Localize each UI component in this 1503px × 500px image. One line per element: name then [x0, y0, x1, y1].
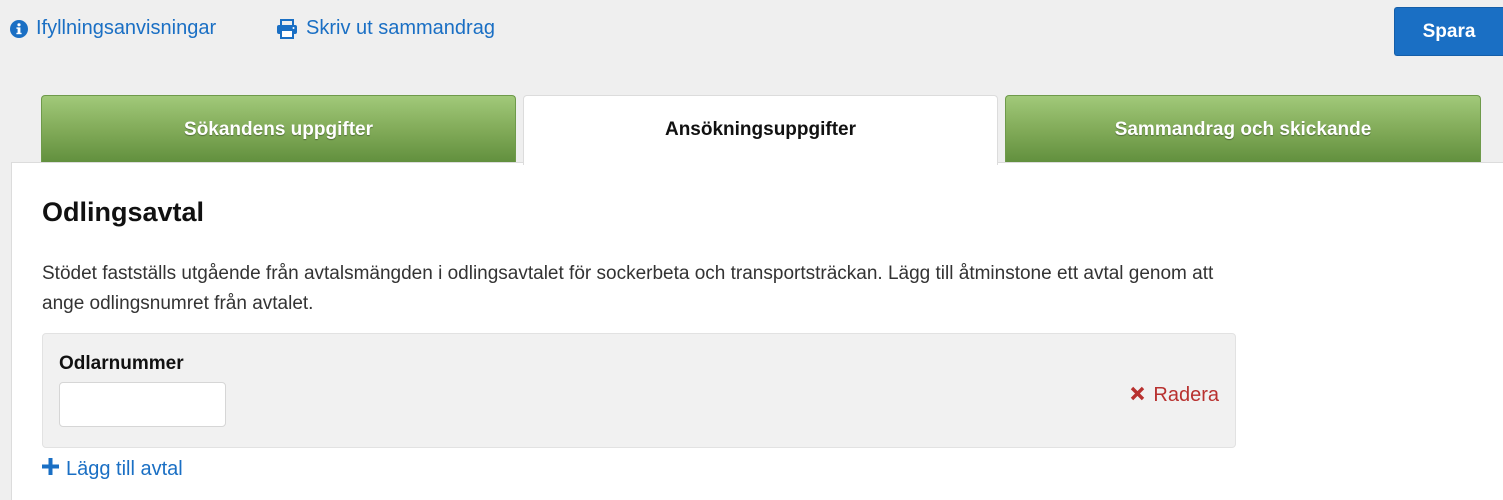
- help-link[interactable]: Ifyllningsanvisningar: [10, 17, 216, 40]
- info-circle-icon: [10, 19, 28, 38]
- delete-agreement-link[interactable]: Radera: [1130, 384, 1219, 407]
- section-title: Odlingsavtal: [42, 197, 205, 227]
- delete-label: Radera: [1153, 384, 1219, 406]
- tab-application-details[interactable]: Ansökningsuppgifter: [523, 95, 998, 165]
- close-icon: [1130, 384, 1145, 407]
- save-button[interactable]: Spara: [1394, 7, 1503, 56]
- tab-summary-and-submit[interactable]: Sammandrag och skickande: [1005, 95, 1481, 163]
- print-summary-link[interactable]: Skriv ut sammandrag: [276, 17, 495, 40]
- grower-number-input[interactable]: [59, 382, 226, 427]
- tab-applicant-details[interactable]: Sökandens uppgifter: [41, 95, 516, 163]
- plus-icon: [42, 458, 59, 481]
- top-toolbar: Ifyllningsanvisningar Skriv ut sammandra…: [0, 0, 1503, 64]
- print-link-label: Skriv ut sammandrag: [306, 17, 495, 39]
- add-agreement-link[interactable]: Lägg till avtal: [42, 458, 183, 481]
- add-agreement-label: Lägg till avtal: [66, 458, 183, 480]
- agreement-card: Odlarnummer Radera: [42, 333, 1236, 448]
- content-panel: Odlingsavtal Stödet fastställs utgående …: [11, 162, 1503, 500]
- section-description: Stödet fastställs utgående från avtalsmä…: [42, 263, 1214, 314]
- grower-number-label: Odlarnummer: [59, 353, 184, 374]
- help-link-label: Ifyllningsanvisningar: [36, 17, 217, 39]
- printer-icon: [276, 18, 298, 39]
